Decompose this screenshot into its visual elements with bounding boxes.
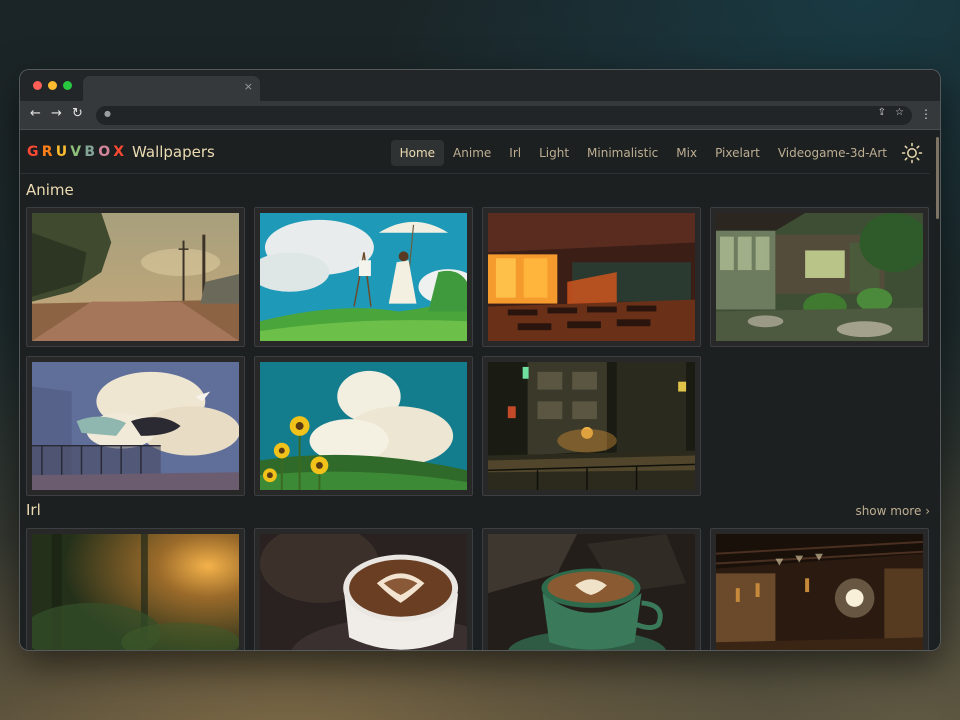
nav-item-anime[interactable]: Anime [444, 140, 500, 166]
wallpaper-card[interactable] [26, 528, 245, 650]
wallpaper-thumbnail [260, 213, 467, 341]
site-logo[interactable]: GRUVBOX [27, 144, 127, 160]
wallpaper-card[interactable] [254, 356, 473, 496]
forward-icon[interactable]: → [51, 106, 62, 122]
logo-letter: V [70, 144, 85, 160]
site-header: GRUVBOX Wallpapers Home Anime Irl Light Mini… [20, 131, 930, 174]
nav-item-irl[interactable]: Irl [500, 140, 530, 166]
wallpaper-card[interactable] [482, 207, 701, 347]
nav-item-minimalistic[interactable]: Minimalistic [578, 140, 667, 166]
wallpaper-card[interactable] [26, 356, 245, 496]
close-window-button[interactable] [33, 81, 42, 90]
lock-icon: ● [104, 109, 111, 118]
irl-grid [26, 528, 929, 650]
logo-letter: U [55, 144, 71, 160]
main-nav: Home Anime Irl Light Minimalistic Mix Pixelart… [390, 140, 896, 166]
nav-item-light[interactable]: Light [530, 140, 578, 166]
wallpaper-thumbnail [488, 213, 695, 341]
show-more-link[interactable]: show more › [855, 504, 930, 518]
browser-toolbar: ← → ↻ ● ⇪ ☆ ⋮ [20, 101, 940, 130]
logo-letter: R [41, 144, 56, 160]
wallpaper-thumbnail [488, 362, 695, 490]
show-more-label: show more [855, 504, 922, 518]
nav-item-pixelart[interactable]: Pixelart [706, 140, 769, 166]
browser-window: × ← → ↻ ● ⇪ ☆ ⋮ GRUVBOX Wallpapers Home A… [20, 70, 940, 650]
logo-letter: O [98, 144, 114, 160]
wallpaper-thumbnail [488, 534, 695, 650]
logo-letter: X [113, 144, 128, 160]
wallpaper-thumbnail [260, 534, 467, 650]
minimize-window-button[interactable] [48, 81, 57, 90]
wallpaper-card[interactable] [254, 207, 473, 347]
wallpaper-thumbnail [716, 534, 923, 650]
wallpaper-card[interactable] [710, 207, 929, 347]
bookmark-star-icon[interactable]: ☆ [895, 107, 904, 118]
wallpaper-thumbnail [32, 213, 239, 341]
logo-letter: B [84, 144, 99, 160]
tab-strip: × [20, 70, 940, 101]
browser-tab[interactable]: × [83, 76, 260, 101]
wallpaper-thumbnail [716, 213, 923, 341]
wallpaper-thumbnail [32, 362, 239, 490]
sun-icon[interactable] [901, 142, 923, 164]
anime-grid [26, 207, 929, 496]
back-icon[interactable]: ← [30, 106, 41, 122]
logo-letter: G [27, 144, 42, 160]
nav-item-mix[interactable]: Mix [667, 140, 706, 166]
section-title-anime: Anime [26, 181, 74, 199]
chevron-right-icon: › [925, 504, 930, 518]
browser-menu-icon[interactable]: ⋮ [920, 106, 932, 122]
web-page: GRUVBOX Wallpapers Home Anime Irl Light Mini… [20, 131, 940, 650]
wallpaper-card[interactable] [482, 528, 701, 650]
site-title[interactable]: Wallpapers [132, 143, 215, 161]
wallpaper-card[interactable] [26, 207, 245, 347]
reload-icon[interactable]: ↻ [72, 106, 83, 122]
wallpaper-card[interactable] [482, 356, 701, 496]
wallpaper-thumbnail [260, 362, 467, 490]
share-icon[interactable]: ⇪ [878, 107, 886, 118]
nav-item-videogame-3d-art[interactable]: Videogame-3d-Art [769, 140, 896, 166]
nav-item-home[interactable]: Home [390, 140, 445, 166]
close-tab-icon[interactable]: × [244, 80, 253, 93]
page-scrollbar[interactable] [936, 137, 939, 219]
section-title-irl: Irl [26, 501, 41, 519]
maximize-window-button[interactable] [63, 81, 72, 90]
wallpaper-thumbnail [32, 534, 239, 650]
wallpaper-card[interactable] [254, 528, 473, 650]
wallpaper-card[interactable] [710, 528, 929, 650]
address-bar[interactable]: ● ⇪ ☆ [96, 106, 912, 125]
window-controls [33, 81, 72, 90]
